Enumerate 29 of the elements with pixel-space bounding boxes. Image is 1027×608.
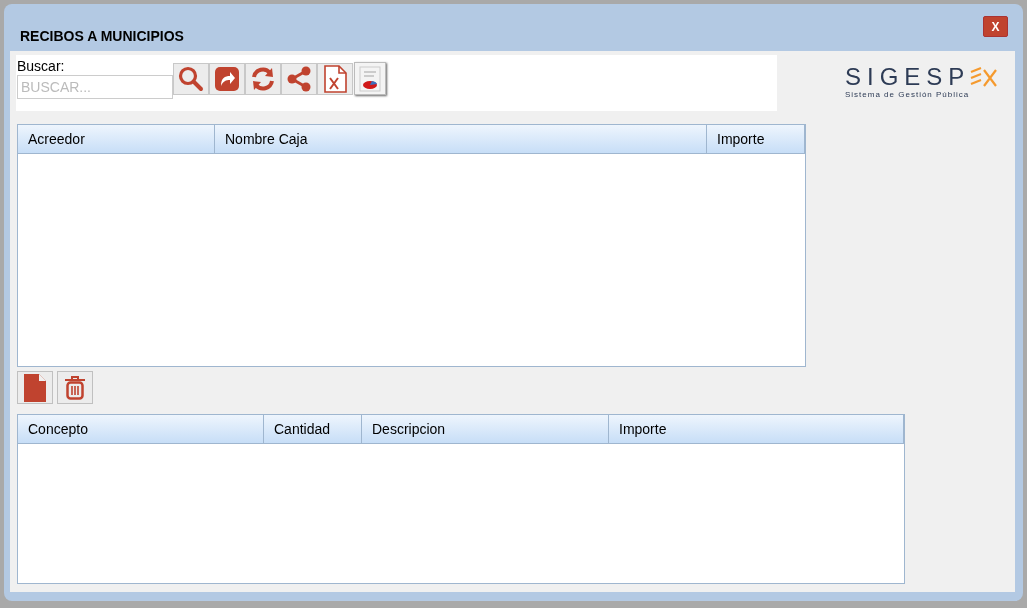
report-button[interactable] xyxy=(354,62,386,95)
search-label: Buscar: xyxy=(17,58,66,75)
refresh-icon xyxy=(250,66,276,92)
excel-button[interactable] xyxy=(317,63,353,95)
search-icon xyxy=(178,66,204,92)
column-header[interactable]: Concepto xyxy=(18,415,264,443)
search-button[interactable] xyxy=(173,63,209,95)
column-header[interactable]: Importe xyxy=(707,125,805,153)
column-header[interactable]: Descripcion xyxy=(362,415,609,443)
column-header[interactable]: Nombre Caja xyxy=(215,125,707,153)
search-field[interactable]: BUSCAR... xyxy=(17,75,173,99)
report-chart-icon xyxy=(359,65,381,92)
document-icon xyxy=(23,372,47,403)
close-button[interactable]: X xyxy=(983,16,1008,37)
new-button[interactable] xyxy=(17,371,53,404)
column-header[interactable]: Acreedor xyxy=(18,125,215,153)
column-header[interactable]: Importe xyxy=(609,415,904,443)
refresh-button[interactable] xyxy=(245,63,281,95)
trash-icon xyxy=(64,374,86,401)
forward-button[interactable] xyxy=(209,63,245,95)
window-title: RECIBOS A MUNICIPIOS xyxy=(20,27,184,46)
delete-button[interactable] xyxy=(57,371,93,404)
share-button[interactable] xyxy=(281,63,317,95)
logo-text: SIGESP xyxy=(845,64,971,90)
column-header[interactable]: Cantidad xyxy=(264,415,362,443)
spreadsheet-file-icon xyxy=(322,65,348,93)
logo-tagline: Sistema de Gestión Pública xyxy=(845,90,971,100)
logo-mark-icon xyxy=(970,66,999,88)
share-icon xyxy=(286,66,312,92)
